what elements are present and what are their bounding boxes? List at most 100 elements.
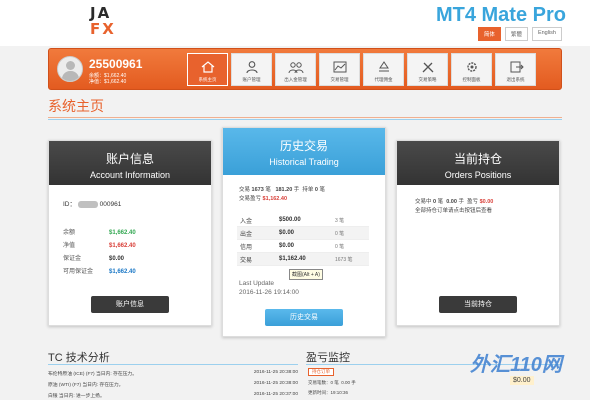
home-icon	[201, 61, 214, 73]
language-switcher: 简体 繁體 English	[477, 27, 562, 41]
brand-title: MT4 Mate Pro	[435, 4, 566, 26]
account-row-value: $1,662.40	[109, 243, 136, 249]
last-update: Last Update 2016-11-26 19:14:00	[239, 279, 299, 297]
nav-strategy-label: 交易策略	[418, 77, 437, 82]
logo-line-2: FX	[90, 20, 116, 38]
pnl-monitor-title: 盈亏监控	[306, 352, 350, 364]
account-row-margin: 保证金 $0.00	[63, 253, 183, 262]
list-item[interactable]: 白银 当日内: 进一步上扬。 2016-11-25 20:37:00	[48, 392, 298, 399]
tools-icon	[422, 62, 433, 73]
history-stats-line2: 交易盈亏 $1,162.40	[239, 196, 288, 202]
orders-line2: 全部持仓订单请点击按钮后查看	[415, 208, 493, 214]
orders-positions-card: 当前持仓 Orders Positions 交易中 0 笔 0.00 手 盈亏 …	[396, 140, 560, 326]
page-title: 系统主页	[48, 98, 104, 114]
account-row-balance: 余额 $1,662.40	[63, 227, 183, 236]
people-icon	[288, 62, 303, 74]
account-row-free-margin: 可用保证金 $1,662.40	[63, 266, 183, 275]
site-watermark: 外汇110网	[470, 354, 562, 376]
nav-funds[interactable]: 出入金管理	[275, 53, 316, 86]
monitor-line2: 更新时间：19:10:36	[308, 390, 349, 395]
logout-icon	[510, 61, 524, 73]
main-nav: 系统主页 账户管理 出入金管理 交易管理 代理佣金 交易策略 控制面板 退出系统	[187, 53, 536, 86]
nav-commission[interactable]: 代理佣金	[363, 53, 404, 86]
news-time: 2016-11-25 20:38:00	[253, 381, 298, 386]
history-trading-card: 历史交易 Historical Trading 交易 1673 笔 181.20…	[222, 127, 386, 337]
account-info-card: 账户信息 Account Information ID： 000961 余额 $1…	[48, 140, 212, 326]
account-id: ID： 000961	[63, 198, 121, 208]
account-row-value: $0.00	[109, 256, 125, 262]
screenshot-tooltip: 截图(Alt + A)	[289, 269, 323, 280]
history-table: 入金 $500.00 3 笔 出金 $0.00 0 笔 信用 $0.00 0 笔 交易 $1,…	[237, 214, 369, 266]
account-row-value: $1,662.40	[109, 269, 136, 275]
nav-commission-label: 代理佣金	[374, 77, 393, 82]
history-stats: 交易 1673 笔 181.20 手 持单 0 笔 交易盈亏 $1,162.40	[239, 186, 325, 204]
history-trading-button[interactable]: 历史交易	[265, 309, 343, 326]
orders-card-title-cn: 当前持仓	[453, 152, 502, 166]
orders-card-header: 当前持仓 Orders Positions	[397, 141, 559, 185]
account-row-label: 余额	[63, 230, 76, 236]
last-update-label: Last Update	[239, 280, 275, 287]
open-orders-badge[interactable]: 持仓订单	[308, 368, 334, 376]
jafx-logo[interactable]: JA FX	[90, 5, 130, 39]
masked-id-blur	[77, 200, 98, 208]
nav-control[interactable]: 控制面板	[451, 53, 492, 86]
nav-control-label: 控制面板	[462, 77, 481, 82]
tech-analysis-title: TC 技术分析	[48, 352, 110, 364]
lang-traditional[interactable]: 繁體	[504, 27, 528, 41]
chart-icon	[333, 61, 346, 73]
lang-english[interactable]: English	[531, 27, 562, 41]
account-row-label: 净值	[63, 243, 76, 249]
nav-logout[interactable]: 退出系统	[495, 53, 536, 86]
history-card-header: 历史交易 Historical Trading	[223, 128, 385, 175]
monitor-badge-wrap: 持仓订单	[308, 368, 334, 376]
orders-line1: 交易中 0 笔 0.00 手 盈亏 $0.00	[415, 199, 494, 205]
account-id-label: ID：	[63, 201, 76, 208]
nav-trading[interactable]: 交易管理	[319, 53, 360, 86]
nav-home[interactable]: 系统主页	[187, 53, 228, 86]
account-card-title-en: Account Information	[89, 170, 171, 180]
watermark-value: $0.00	[510, 376, 534, 385]
list-item[interactable]: 原油 (WTI) (F7) 当日内: 存在压力。 2016-11-25 20:38…	[48, 381, 298, 388]
user-icon	[245, 61, 258, 74]
account-summary: 余额：$1,662.40 净值：$1,662.40	[89, 73, 126, 85]
title-divider-blue	[48, 119, 562, 120]
account-id-tail: 000961	[99, 201, 122, 208]
news-time: 2016-11-25 20:38:00	[253, 370, 298, 375]
list-item[interactable]: 布伦特原油 (ICE) (F7) 当日内: 存在压力。 2016-11-25 20…	[48, 370, 298, 377]
gear-icon	[466, 62, 477, 72]
recycle-icon	[378, 61, 389, 72]
logo-line-1: JA	[90, 4, 112, 22]
nav-funds-label: 出入金管理	[284, 77, 307, 82]
account-card-title-cn: 账户信息	[105, 152, 154, 166]
account-row-label: 保证金	[63, 256, 82, 262]
orders-card-title-en: Orders Positions	[444, 170, 512, 180]
monitor-line1: 交易笔数：0 笔 0.00 手	[308, 380, 356, 385]
account-number: 25500961	[89, 57, 143, 71]
nav-logout-label: 退出系统	[506, 77, 525, 82]
orders-positions-button[interactable]: 当前持仓	[439, 296, 517, 313]
nav-account[interactable]: 账户管理	[231, 53, 272, 86]
nav-home-label: 系统主页	[198, 77, 217, 82]
history-stats-line1: 交易 1673 笔 181.20 手 持单 0 笔	[239, 187, 326, 193]
lang-simplified[interactable]: 简体	[477, 27, 501, 41]
news-text: 布伦特原油 (ICE) (F7) 当日内: 存在压力。	[48, 372, 138, 377]
nav-trading-label: 交易管理	[330, 77, 349, 82]
account-row-value: $1,662.40	[109, 230, 136, 236]
orders-summary: 交易中 0 笔 0.00 手 盈亏 $0.00 全部持仓订单请点击按钮后查看	[415, 198, 493, 216]
news-text: 原油 (WTI) (F7) 当日内: 存在压力。	[48, 383, 124, 388]
history-card-title-cn: 历史交易	[279, 139, 328, 153]
table-row: 出金 $0.00 0 笔	[237, 227, 369, 240]
table-row: 交易 $1,162.40 1673 笔	[237, 253, 369, 266]
last-update-time: 2016-11-26 19:14:00	[239, 289, 299, 296]
account-info-button[interactable]: 账户信息	[91, 296, 169, 313]
table-row: 信用 $0.00 0 笔	[237, 240, 369, 253]
account-row-equity: 净值 $1,662.40	[63, 240, 183, 249]
account-equity-line: 净值：$1,662.40	[89, 79, 127, 85]
title-divider	[48, 117, 562, 118]
account-card-header: 账户信息 Account Information	[49, 141, 211, 185]
nav-strategy[interactable]: 交易策略	[407, 53, 448, 86]
history-card-title-en: Historical Trading	[269, 157, 339, 167]
account-row-label: 可用保证金	[63, 269, 94, 275]
avatar	[57, 56, 83, 82]
table-row: 入金 $500.00 3 笔	[237, 214, 369, 227]
